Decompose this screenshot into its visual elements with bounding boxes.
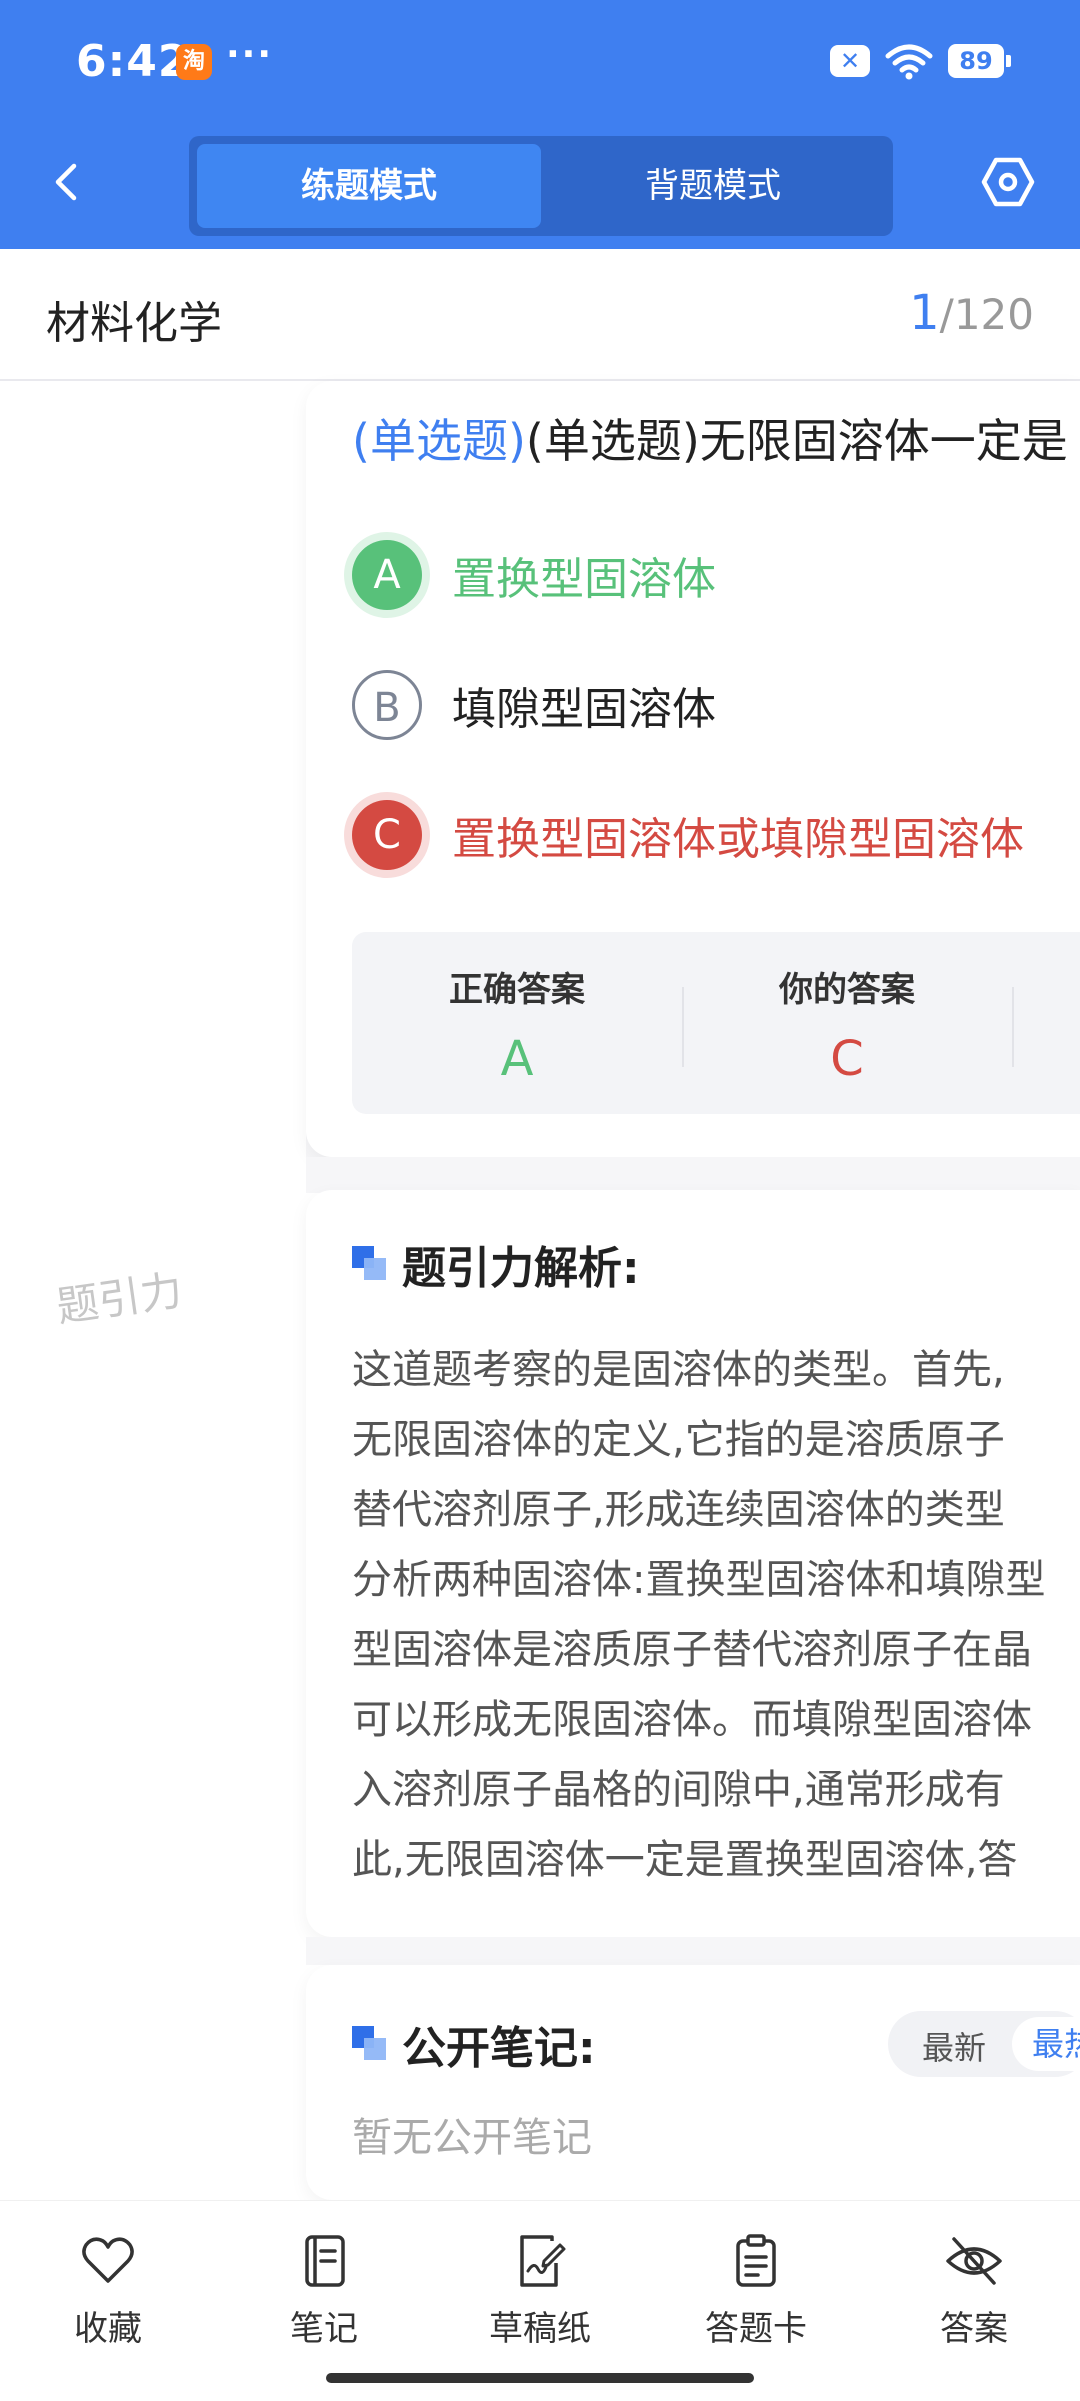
total-questions: /120 xyxy=(939,290,1034,339)
analysis-title: 题引力解析: xyxy=(402,1243,640,1294)
taobao-app-icon: 淘 xyxy=(176,44,212,80)
analysis-line: 无限固溶体的定义,它指的是溶质原子 xyxy=(352,1417,1005,1463)
option-text: 填隙型固溶体 xyxy=(452,684,716,735)
favorite-button[interactable]: 收藏 xyxy=(28,2231,188,2350)
option-b[interactable]: B 填隙型固溶体 xyxy=(352,670,716,740)
your-answer-label: 你的答案 xyxy=(779,970,915,1010)
current-question-number: 1 xyxy=(909,285,940,341)
back-chevron-icon[interactable] xyxy=(46,160,90,204)
analysis-line: 型固溶体是溶质原子替代溶剂原子在晶 xyxy=(352,1627,1032,1673)
analysis-body: 这道题考察的是固溶体的类型。首先, 无限固溶体的定义,它指的是溶质原子 替代溶剂… xyxy=(352,1335,1080,1895)
analysis-line: 分析两种固溶体:置换型固溶体和填隙型 xyxy=(352,1557,1046,1603)
question-text: (单选题)无限固溶体一定是 xyxy=(525,414,1068,468)
show-answer-button[interactable]: 答案 xyxy=(894,2231,1054,2350)
analysis-line: 这道题考察的是固溶体的类型。首先, xyxy=(352,1347,1005,1393)
analysis-line: 入溶剂原子晶格的间隙中,通常形成有 xyxy=(352,1767,1005,1813)
notes-label: 笔记 xyxy=(290,2309,358,2349)
option-text: 置换型固溶体 xyxy=(452,554,716,605)
divider xyxy=(1012,987,1014,1067)
section-marker-icon xyxy=(352,2026,388,2062)
question-counter: 1/120 xyxy=(909,285,1034,341)
analysis-line: 替代溶剂原子,形成连续固溶体的类型 xyxy=(352,1487,1005,1533)
watermark-text: 题引力 xyxy=(53,1265,186,1332)
your-answer-value: C xyxy=(830,1031,864,1087)
nav-bar: 练题模式 背题模式 xyxy=(0,120,1080,249)
notes-card xyxy=(306,1965,1080,2200)
more-notifications-icon: ··· xyxy=(226,34,274,75)
notes-button[interactable]: 笔记 xyxy=(244,2231,404,2350)
analysis-line: 此,无限固溶体一定是置换型固溶体,答 xyxy=(352,1837,1018,1883)
option-letter: C xyxy=(352,800,422,870)
scratch-pad-icon xyxy=(520,2235,566,2287)
option-letter: B xyxy=(352,670,422,740)
status-time: 6:42 xyxy=(76,36,190,87)
notebook-icon xyxy=(305,2235,345,2287)
sort-newest-button[interactable]: 最新 xyxy=(922,2023,986,2069)
notes-title: 公开笔记: xyxy=(402,2023,596,2074)
status-bar: 6:42 淘 ··· ✕ 89 xyxy=(0,0,1080,120)
tab-memorize-mode[interactable]: 背题模式 xyxy=(541,144,885,228)
correct-answer-block: 正确答案 A xyxy=(352,962,682,1087)
question-stem: (单选题)(单选题)无限固溶体一定是 xyxy=(352,405,1068,471)
tab-practice-mode[interactable]: 练题模式 xyxy=(197,144,541,228)
settings-hexagon-icon[interactable] xyxy=(980,154,1036,210)
wifi-icon xyxy=(885,44,933,80)
empty-notes-message: 暂无公开笔记 xyxy=(352,2115,592,2161)
home-indicator[interactable] xyxy=(326,2373,754,2383)
subject-header: 材料化学 1/120 xyxy=(0,249,1080,381)
option-c[interactable]: C 置换型固溶体或填隙型固溶体 xyxy=(352,800,1024,870)
question-type-tag: (单选题) xyxy=(352,414,526,468)
clipboard-icon xyxy=(736,2234,776,2287)
eye-off-icon xyxy=(946,2237,1002,2285)
subject-title: 材料化学 xyxy=(46,298,222,349)
card-gap xyxy=(306,1937,1080,1965)
answer-card-button[interactable]: 答题卡 xyxy=(676,2231,836,2350)
notification-x-icon: ✕ xyxy=(830,45,870,77)
card-gap xyxy=(306,1157,1080,1193)
favorite-label: 收藏 xyxy=(74,2309,142,2349)
scratch-paper-button[interactable]: 草稿纸 xyxy=(460,2231,620,2350)
show-answer-label: 答案 xyxy=(940,2309,1008,2349)
option-letter: A xyxy=(352,540,422,610)
answer-summary: 正确答案 A 你的答案 C xyxy=(352,932,1080,1114)
sort-hottest-button[interactable]: 最热 xyxy=(1012,2017,1080,2071)
heart-icon xyxy=(82,2237,134,2283)
notes-heading: 公开笔记: xyxy=(352,2012,596,2076)
status-right-icons: ✕ 89 xyxy=(830,42,1011,80)
option-a[interactable]: A 置换型固溶体 xyxy=(352,540,716,610)
correct-answer-label: 正确答案 xyxy=(449,970,585,1010)
app-header: 6:42 淘 ··· ✕ 89 练题模式 背题模式 xyxy=(0,0,1080,249)
analysis-line: 可以形成无限固溶体。而填隙型固溶体 xyxy=(352,1697,1032,1743)
notes-sort-toggle: 最新 最热 xyxy=(888,2011,1080,2077)
bottom-toolbar: 收藏 笔记 草稿纸 答题卡 答案 xyxy=(0,2200,1080,2401)
mode-switch: 练题模式 背题模式 xyxy=(189,136,893,236)
battery-indicator: 89 xyxy=(948,44,1011,78)
analysis-heading: 题引力解析: xyxy=(352,1232,640,1296)
correct-answer-value: A xyxy=(500,1031,534,1087)
your-answer-block: 你的答案 C xyxy=(682,962,1012,1087)
option-text: 置换型固溶体或填隙型固溶体 xyxy=(452,814,1024,865)
scratch-paper-label: 草稿纸 xyxy=(489,2309,591,2349)
answer-card-label: 答题卡 xyxy=(705,2309,807,2349)
section-marker-icon xyxy=(352,1246,388,1282)
